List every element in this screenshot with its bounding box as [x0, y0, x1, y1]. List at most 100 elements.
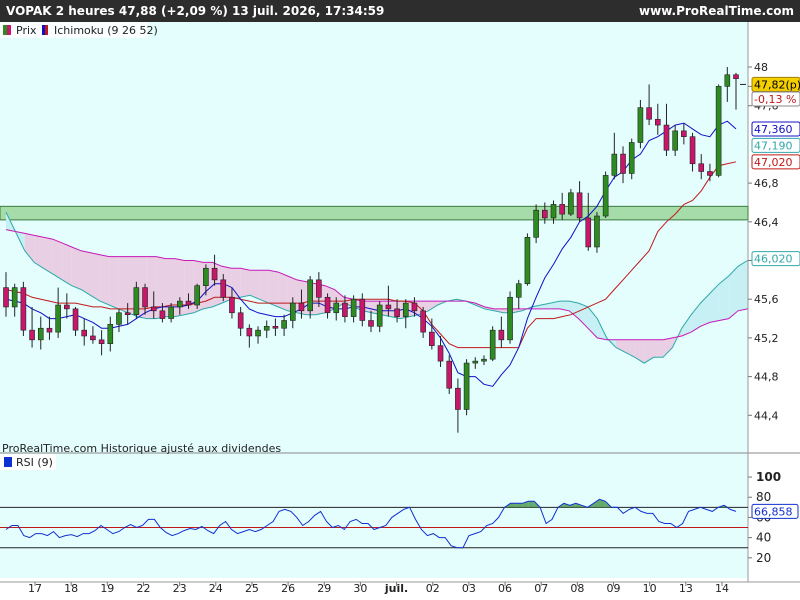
candle	[637, 107, 644, 143]
x-tick-label: 06	[498, 582, 512, 595]
rsi-badge-label: 66,858	[754, 505, 793, 518]
rsi-y-tick-label: 40	[756, 531, 771, 545]
candle	[46, 327, 53, 333]
candle	[298, 302, 305, 312]
ichimoku-cloud-segment	[738, 260, 748, 311]
ichimoku-cloud-segment	[118, 256, 129, 313]
candle	[159, 310, 166, 319]
ichimoku-cloud-segment	[268, 270, 279, 307]
rsi-overbought-fill	[510, 503, 517, 508]
candle	[594, 215, 600, 248]
x-tick-label: 17	[28, 582, 42, 595]
x-tick-label: 25	[245, 582, 259, 595]
x-tick-label: 23	[173, 582, 187, 595]
price-badge-label: 47,360	[754, 123, 793, 136]
ichimoku-cloud-segment	[99, 254, 110, 306]
ichimoku-legend-label: Ichimoku (9 26 52)	[54, 24, 158, 37]
candle	[194, 285, 200, 306]
candle	[272, 325, 279, 329]
candle	[498, 329, 505, 341]
rsi-overbought-fill	[528, 501, 535, 508]
candle	[229, 296, 235, 314]
candle	[307, 279, 313, 312]
candle	[211, 267, 218, 281]
candle	[568, 192, 574, 215]
candle	[411, 302, 418, 312]
x-tick-label: 26	[281, 582, 295, 595]
support-zone	[0, 205, 749, 221]
candle	[376, 304, 383, 327]
candle	[72, 308, 79, 331]
candle	[98, 339, 105, 345]
ichimoku-cloud-segment	[90, 252, 100, 302]
candle	[472, 360, 479, 364]
x-tick-label: 13	[679, 582, 693, 595]
candle	[20, 287, 27, 331]
y-tick-label: 46,4	[754, 216, 779, 229]
candle	[420, 310, 426, 333]
ichimoku-cloud-segment	[52, 239, 63, 280]
price-legend-swatch-up	[3, 25, 7, 35]
ichimoku-legend-swatch	[42, 25, 45, 35]
candle	[724, 74, 731, 87]
candle	[37, 327, 44, 341]
ichimoku-cloud-segment	[81, 250, 91, 296]
candle	[350, 298, 357, 317]
ichimoku-cloud-segment	[62, 243, 72, 286]
watermark: ProRealTime.com Historique ajusté aux di…	[2, 442, 281, 455]
price-badge-label: 47,190	[754, 139, 793, 152]
candle	[394, 308, 400, 317]
candle	[602, 175, 609, 217]
x-tick-label: 09	[607, 582, 621, 595]
ichimoku-cloud-segment	[231, 268, 241, 300]
candle	[611, 153, 618, 176]
candle	[681, 130, 687, 137]
candle	[255, 329, 261, 337]
ichimoku-cloud-segment	[109, 256, 119, 309]
candle	[437, 345, 444, 362]
candle	[515, 283, 522, 298]
candle	[11, 287, 18, 308]
candle	[689, 136, 696, 165]
ichimoku-legend-swatch-2	[45, 25, 48, 35]
candle	[698, 163, 705, 172]
candle	[289, 302, 296, 321]
site-name[interactable]: www.ProRealTime.com	[639, 4, 794, 18]
candle	[707, 171, 713, 176]
candle	[455, 387, 461, 410]
candle	[177, 300, 183, 308]
candle	[55, 304, 61, 333]
chart-title: VOPAK 2 heures 47,88 (+2,09 %) 13 juil. …	[6, 4, 385, 18]
price-legend-swatch-down	[7, 25, 11, 35]
candle	[542, 209, 548, 219]
x-tick-label: 29	[317, 582, 331, 595]
candle	[489, 329, 496, 360]
candle	[533, 209, 539, 238]
ichimoku-cloud-segment	[156, 256, 166, 319]
chart-area[interactable]: 4847,847,646,846,44645,645,244,844,447,8…	[0, 22, 800, 600]
candle	[715, 86, 722, 176]
ichimoku-cloud-segment	[184, 260, 194, 315]
candle	[90, 335, 96, 341]
candle	[402, 302, 409, 317]
candle	[524, 236, 531, 285]
candle	[133, 287, 140, 315]
candle	[481, 358, 487, 362]
price-badge-label: 46,020	[754, 253, 793, 266]
price-legend-label: Prix	[16, 24, 37, 37]
candle	[654, 118, 661, 126]
candle	[324, 296, 331, 314]
candle	[116, 312, 122, 325]
price-badge-label: 47,82(p)	[754, 78, 800, 91]
title-bar: VOPAK 2 heures 47,88 (+2,09 %) 13 juil. …	[0, 0, 800, 22]
x-tick-label: 18	[64, 582, 78, 595]
rsi-y-tick-label: 20	[756, 551, 771, 565]
candle	[263, 325, 270, 331]
candle	[733, 74, 739, 79]
candle	[507, 296, 513, 341]
y-tick-label: 45,6	[754, 293, 779, 306]
x-tick-label: 30	[353, 582, 367, 595]
y-tick-label: 46,8	[754, 177, 779, 190]
ichimoku-cloud-segment	[43, 237, 53, 275]
candle	[359, 298, 366, 321]
